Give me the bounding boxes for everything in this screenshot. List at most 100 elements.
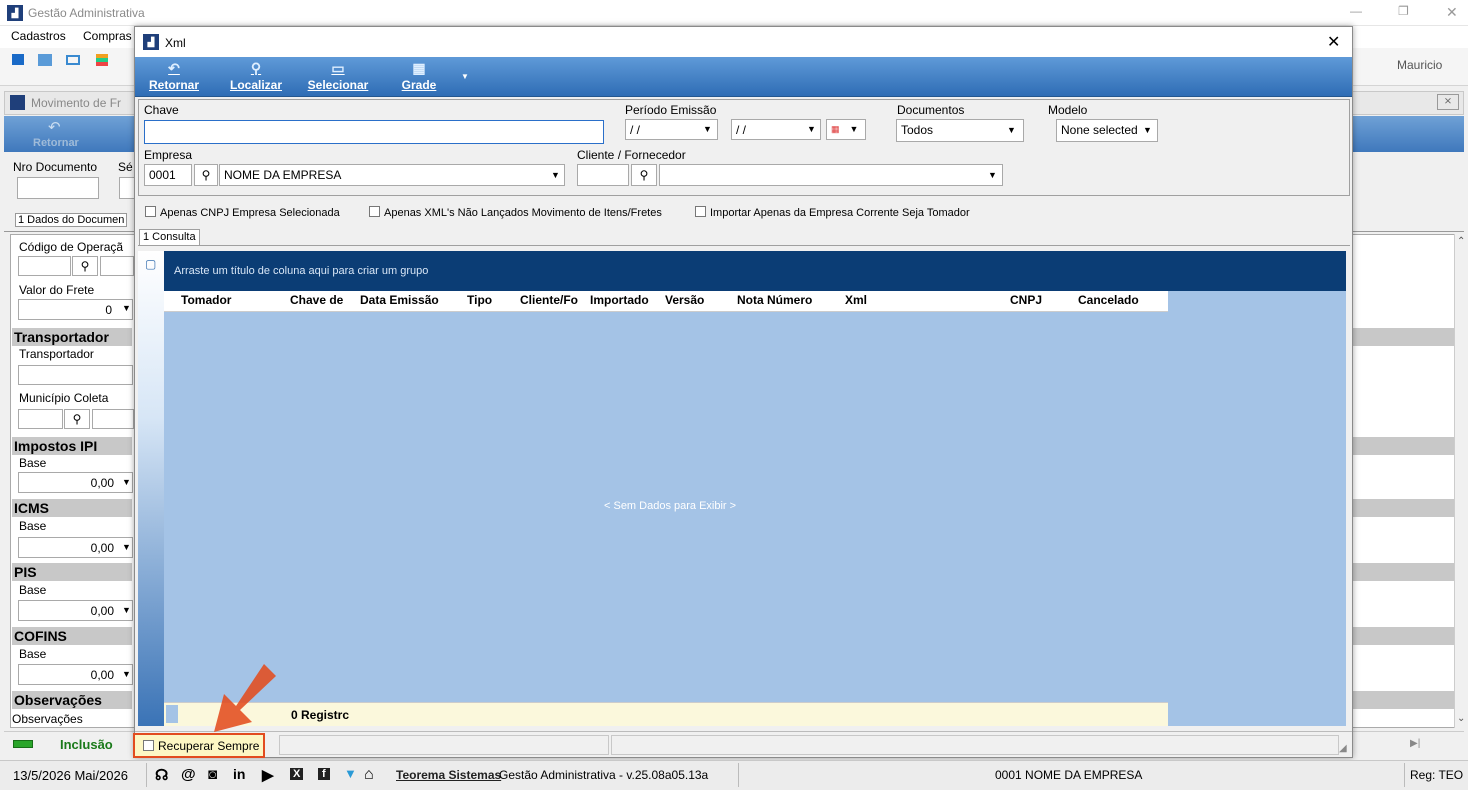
section-band-1 [1352, 328, 1454, 346]
municipio-coleta-input[interactable] [18, 409, 63, 429]
teorema-link[interactable]: Teorema Sistemas [396, 768, 501, 782]
pis-dropdown-icon[interactable]: ▼ [122, 605, 131, 615]
ipi-base-input[interactable]: 0,00 [18, 472, 133, 493]
icms-dropdown-icon[interactable]: ▼ [122, 542, 131, 552]
empresa-code-input[interactable]: 0001 [144, 164, 192, 186]
valor-frete-label: Valor do Frete [19, 283, 95, 297]
documentos-value: Todos [901, 123, 934, 137]
chk-apenas-cnpj[interactable]: Apenas CNPJ Empresa Selecionada [145, 206, 340, 219]
facebook-icon[interactable]: f [318, 768, 330, 780]
pis-base-input[interactable]: 0,00 [18, 600, 133, 621]
chave-input[interactable] [144, 120, 604, 144]
at-icon[interactable]: @ [181, 766, 196, 783]
graduation-icon[interactable]: ⌂ [364, 766, 374, 784]
headset-icon[interactable]: ☊ [155, 766, 168, 784]
grid-corner-icon[interactable]: ▢ [145, 257, 156, 271]
empresa-search-icon[interactable]: ⚲ [194, 164, 218, 186]
ipi-dropdown-icon[interactable]: ▼ [122, 477, 131, 487]
codigo-operacao-desc[interactable] [100, 256, 134, 276]
col-chave[interactable]: Chave de [290, 293, 343, 307]
empresa-dropdown-icon[interactable]: ▼ [551, 170, 560, 180]
modelo-dropdown-icon[interactable]: ▼ [1143, 125, 1152, 135]
col-nota-numero[interactable]: Nota Número [737, 293, 812, 307]
empresa-name-value: NOME DA EMPRESA [224, 168, 342, 182]
resize-grip-icon[interactable]: ◢ [1339, 743, 1347, 754]
maximize-button[interactable]: ❐ [1398, 4, 1409, 18]
x-icon[interactable]: X [290, 768, 304, 780]
col-data-emissao[interactable]: Data Emissão [360, 293, 439, 307]
scroll-up-icon[interactable]: ⌃ [1457, 236, 1465, 247]
cofins-base-input[interactable]: 0,00 [18, 664, 133, 685]
select-icon: ▭ [331, 60, 345, 76]
periodo-from-dropdown-icon[interactable]: ▼ [703, 124, 712, 134]
toolbar-icon-1[interactable] [12, 54, 24, 65]
checkbox-xml[interactable] [369, 206, 380, 217]
cliente-name-select[interactable] [659, 164, 1003, 186]
serie-input[interactable] [119, 177, 135, 199]
tab-consulta[interactable]: 1 Consulta [139, 229, 200, 245]
cliente-dropdown-icon[interactable]: ▼ [988, 170, 997, 180]
periodo-to-dropdown-icon[interactable]: ▼ [807, 124, 816, 134]
codigo-search-icon[interactable]: ⚲ [72, 256, 98, 276]
toolbar-icon-3[interactable] [66, 55, 80, 65]
chk-apenas-xml[interactable]: Apenas XML's Não Lançados Movimento de I… [369, 206, 662, 219]
grade-button[interactable]: ▦ Grade [398, 60, 440, 92]
col-tipo[interactable]: Tipo [467, 293, 492, 307]
col-importado[interactable]: Importado [590, 293, 649, 307]
cliente-fornecedor-label: Cliente / Fornecedor [577, 148, 686, 162]
icms-base-input[interactable]: 0,00 [18, 537, 133, 558]
youtube-icon[interactable]: ▶ [262, 766, 274, 784]
menu-compras[interactable]: Compras [83, 29, 132, 43]
recuperar-sempre-highlight[interactable]: Recuperar Sempre [133, 733, 265, 758]
col-cancelado[interactable]: Cancelado [1078, 293, 1139, 307]
municipio-search-icon[interactable]: ⚲ [64, 409, 90, 429]
valor-frete-input[interactable]: 0 [18, 299, 133, 320]
col-tomador[interactable]: Tomador [181, 293, 231, 307]
nav-last-button[interactable]: ▶| [1410, 738, 1420, 749]
menu-cadastros[interactable]: Cadastros [11, 29, 66, 43]
retornar-button[interactable]: ↶ Retornar [146, 60, 202, 92]
section-band-3 [1352, 499, 1454, 517]
cofins-dropdown-icon[interactable]: ▼ [122, 669, 131, 679]
documentos-select[interactable]: Todos [896, 119, 1024, 142]
checkbox-cnpj[interactable] [145, 206, 156, 217]
transportador-input[interactable] [18, 365, 133, 385]
nro-documento-input[interactable] [17, 177, 99, 199]
bg-vertical-scrollbar[interactable] [1454, 234, 1467, 728]
scroll-down-icon[interactable]: ⌄ [1457, 713, 1465, 724]
toolbar-icon-4[interactable] [96, 54, 108, 66]
undo-icon: ↶ [168, 60, 180, 76]
close-main-button[interactable]: ✕ [1446, 4, 1458, 21]
chk-importar-apenas[interactable]: Importar Apenas da Empresa Corrente Seja… [695, 206, 970, 219]
localizar-button[interactable]: ⚲ Localizar [226, 60, 286, 92]
recuperar-checkbox[interactable] [143, 740, 154, 751]
modelo-label: Modelo [1048, 103, 1088, 117]
selecionar-button[interactable]: ▭ Selecionar [304, 60, 372, 92]
col-cliente[interactable]: Cliente/Fo [520, 293, 586, 307]
empresa-name-select[interactable]: NOME DA EMPRESA [219, 164, 565, 186]
instagram-icon[interactable]: ◙ [208, 766, 217, 783]
calendar-icon[interactable]: ▦ ▼ [826, 119, 866, 140]
bg-retornar-button[interactable]: Retornar [33, 137, 79, 149]
bg-tab-dados[interactable]: 1 Dados do Documen [15, 213, 128, 227]
codigo-operacao-input[interactable] [18, 256, 71, 276]
minimize-button[interactable]: — [1350, 4, 1362, 18]
documentos-dropdown-icon[interactable]: ▼ [1007, 125, 1016, 135]
municipio-coleta-desc[interactable] [92, 409, 134, 429]
serie-label: Sé [118, 160, 133, 174]
linkedin-icon[interactable]: in [233, 766, 245, 782]
xml-close-button[interactable]: ✕ [1327, 32, 1340, 52]
cliente-search-icon[interactable]: ⚲ [631, 164, 657, 186]
cliente-code-input[interactable] [577, 164, 629, 186]
col-cnpj[interactable]: CNPJ [1010, 293, 1042, 307]
section-cofins: COFINS [12, 627, 132, 645]
section-band-5 [1352, 627, 1454, 645]
col-versao[interactable]: Versão [665, 293, 704, 307]
checkbox-importar[interactable] [695, 206, 706, 217]
toolbar-icon-2[interactable] [38, 54, 52, 66]
col-xml[interactable]: Xml [845, 293, 867, 307]
valor-frete-dropdown-icon[interactable]: ▼ [122, 303, 131, 313]
bg-undo-icon[interactable]: ↶ [48, 118, 61, 136]
bg-form-close-button[interactable]: ⨯ [1437, 94, 1459, 110]
toolbar-more-icon[interactable]: ▼ [461, 72, 469, 81]
